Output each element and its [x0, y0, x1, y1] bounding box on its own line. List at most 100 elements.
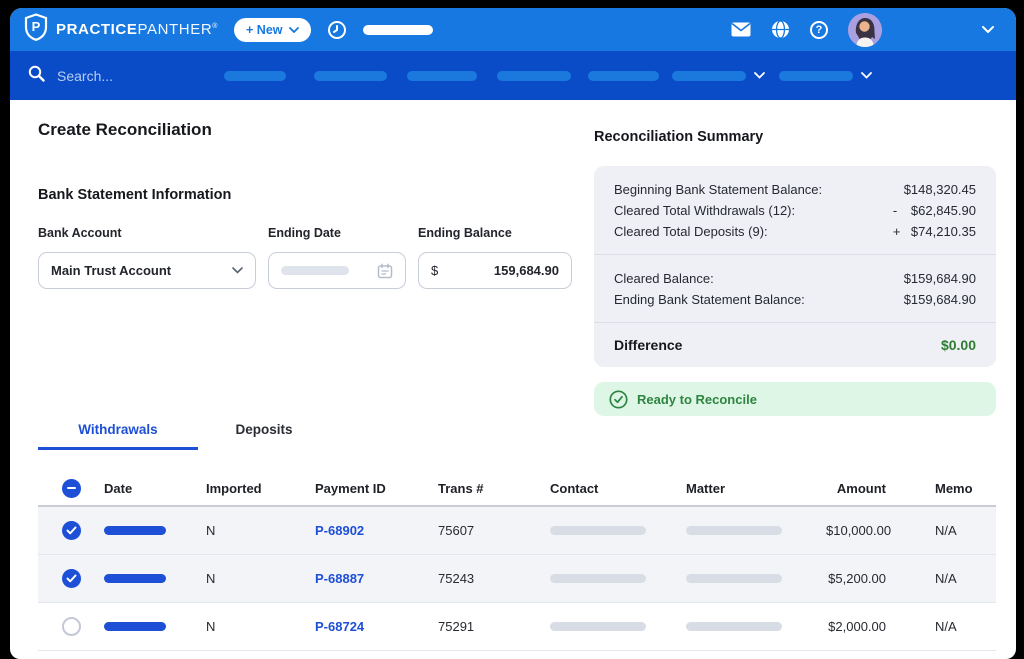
tab-deposits[interactable]: Deposits	[198, 422, 330, 450]
col-trans: Trans #	[438, 481, 550, 496]
app-window: P PRACTICEPANTHER® + New	[10, 8, 1016, 659]
messages-icon[interactable]	[731, 22, 751, 37]
brand-name: PRACTICEPANTHER®	[56, 21, 218, 38]
redacted-contact-pill	[550, 622, 646, 631]
table-row: N P-68887 75243 $5,200.00 N/A	[38, 555, 996, 603]
page-title: Create Reconciliation	[38, 120, 594, 140]
trans-cell: 75607	[438, 523, 550, 538]
difference-row: Difference $0.00	[594, 322, 996, 367]
nav-item-pill[interactable]	[588, 71, 659, 81]
col-date: Date	[104, 481, 206, 496]
redacted-matter-pill	[686, 622, 782, 631]
nav-item-pill[interactable]	[672, 71, 746, 81]
memo-cell: N/A	[886, 619, 996, 634]
ready-status-text: Ready to Reconcile	[637, 392, 757, 407]
chevron-down-icon	[232, 267, 243, 274]
redacted-date-pill	[104, 622, 166, 631]
redacted-matter-pill	[686, 526, 782, 535]
check-circle-icon	[609, 390, 628, 409]
nav-item-pill[interactable]	[224, 71, 286, 81]
ending-balance-input[interactable]: $ 159,684.90	[418, 252, 572, 289]
table-row: N P-68724 75291 $2,000.00 N/A	[38, 603, 996, 651]
ending-date-input[interactable]	[268, 252, 406, 289]
svg-text:P: P	[32, 19, 41, 34]
tab-withdrawals[interactable]: Withdrawals	[38, 422, 198, 450]
summary-row: Cleared Balance: $159,684.90	[614, 268, 976, 289]
amount-cell: $5,200.00	[826, 571, 886, 586]
check-icon	[66, 526, 77, 535]
timer-icon[interactable]	[327, 20, 347, 40]
top-header-bar: P PRACTICEPANTHER® + New	[10, 8, 1016, 51]
summary-heading: Reconciliation Summary	[594, 129, 996, 145]
ending-date-label: Ending Date	[268, 226, 406, 240]
imported-cell: N	[206, 619, 315, 634]
nav-item-pill[interactable]	[779, 71, 853, 81]
indeterminate-minus-icon	[67, 487, 76, 490]
summary-row: Cleared Total Deposits (9): +$74,210.35	[614, 221, 976, 242]
summary-row: Ending Bank Statement Balance: $159,684.…	[614, 289, 976, 310]
ending-balance-label: Ending Balance	[418, 226, 572, 240]
transactions-tabs: Withdrawals Deposits	[38, 422, 996, 450]
imported-cell: N	[206, 571, 315, 586]
main-nav-bar	[10, 51, 1016, 100]
nav-dropdown-chevron-icon[interactable]	[861, 72, 872, 79]
col-amount: Amount	[826, 481, 886, 496]
nav-item-pill[interactable]	[407, 71, 477, 81]
nav-item-pill[interactable]	[314, 71, 387, 81]
search-icon	[28, 65, 45, 87]
col-memo: Memo	[886, 481, 996, 496]
check-icon	[66, 574, 77, 583]
search-input[interactable]	[57, 68, 177, 84]
payment-id-link[interactable]: P-68902	[315, 523, 438, 538]
redacted-date-value-pill	[281, 266, 349, 275]
table-row: N P-68902 75607 $10,000.00 N/A	[38, 507, 996, 555]
row-checkbox-unchecked[interactable]	[62, 617, 81, 636]
user-menu-chevron-icon[interactable]	[982, 26, 994, 33]
payment-id-link[interactable]: P-68887	[315, 571, 438, 586]
amount-cell: $2,000.00	[826, 619, 886, 634]
global-search[interactable]	[28, 65, 208, 87]
row-checkbox-checked[interactable]	[62, 521, 81, 540]
withdrawals-table: Date Imported Payment ID Trans # Contact…	[38, 471, 996, 651]
col-payment-id: Payment ID	[315, 481, 438, 496]
ending-date-field: Ending Date	[268, 226, 406, 289]
redacted-account-pill	[363, 25, 433, 35]
ready-to-reconcile-banner: Ready to Reconcile	[594, 382, 996, 416]
trans-cell: 75291	[438, 619, 550, 634]
calendar-icon[interactable]	[377, 263, 393, 279]
summary-row: Cleared Total Withdrawals (12): -$62,845…	[614, 200, 976, 221]
reconciliation-summary-section: Reconciliation Summary Beginning Bank St…	[594, 120, 996, 416]
currency-prefix: $	[431, 263, 438, 278]
ending-balance-field: Ending Balance $ 159,684.90	[418, 226, 572, 289]
redacted-contact-pill	[550, 574, 646, 583]
practicepanther-logo[interactable]: P PRACTICEPANTHER®	[24, 13, 218, 46]
bank-account-field: Bank Account Main Trust Account	[38, 226, 256, 289]
table-header-row: Date Imported Payment ID Trans # Contact…	[38, 471, 996, 507]
col-contact: Contact	[550, 481, 686, 496]
payment-id-link[interactable]: P-68724	[315, 619, 438, 634]
redacted-date-pill	[104, 574, 166, 583]
page-content: Create Reconciliation Bank Statement Inf…	[10, 100, 1016, 651]
summary-row: Beginning Bank Statement Balance: $148,3…	[614, 179, 976, 200]
select-all-checkbox[interactable]	[62, 479, 81, 498]
new-button[interactable]: + New	[234, 18, 310, 42]
bank-account-label: Bank Account	[38, 226, 256, 240]
memo-cell: N/A	[886, 571, 996, 586]
redacted-contact-pill	[550, 526, 646, 535]
ending-balance-value: 159,684.90	[494, 263, 559, 278]
col-imported: Imported	[206, 481, 315, 496]
globe-icon[interactable]	[771, 20, 790, 39]
row-checkbox-checked[interactable]	[62, 569, 81, 588]
summary-card: Beginning Bank Statement Balance: $148,3…	[594, 166, 996, 367]
user-avatar[interactable]	[848, 13, 882, 47]
nav-item-pill[interactable]	[497, 71, 571, 81]
nav-menu-items	[224, 71, 872, 81]
difference-label: Difference	[614, 337, 682, 353]
help-icon[interactable]: ?	[810, 21, 828, 39]
chevron-down-icon	[289, 27, 299, 33]
memo-cell: N/A	[886, 523, 996, 538]
nav-dropdown-chevron-icon[interactable]	[754, 72, 765, 79]
bank-account-select[interactable]: Main Trust Account	[38, 252, 256, 289]
difference-value: $0.00	[941, 337, 976, 353]
col-matter: Matter	[686, 481, 826, 496]
